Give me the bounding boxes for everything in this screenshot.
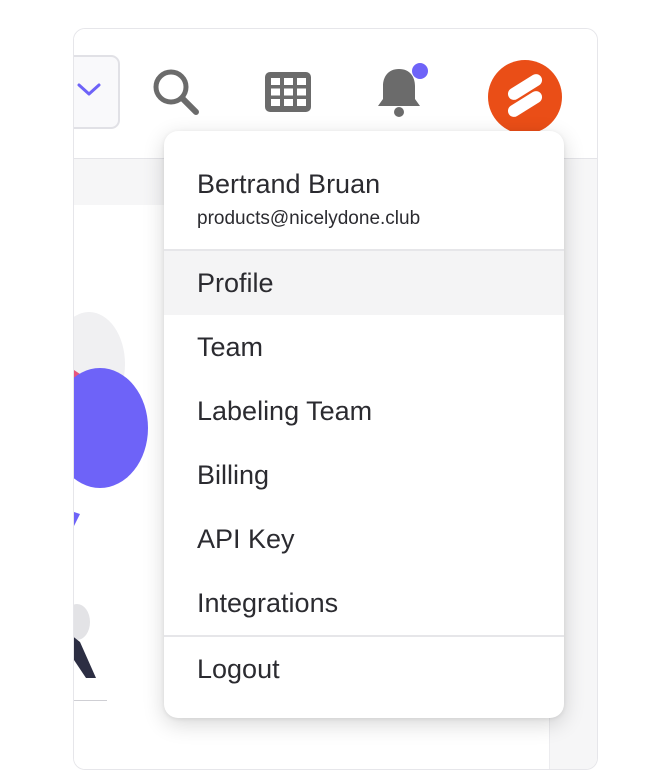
chevron-down-icon <box>76 82 102 103</box>
account-menu-header: Bertrand Bruan products@nicelydone.club <box>164 131 564 251</box>
illustration-baseline <box>74 700 107 701</box>
grid-icon <box>263 70 313 119</box>
logout-button[interactable]: Logout <box>164 637 564 701</box>
menu-item-billing[interactable]: Billing <box>164 443 564 507</box>
user-name: Bertrand Bruan <box>197 169 381 199</box>
apps-button[interactable] <box>261 67 315 121</box>
workspace-dropdown[interactable] <box>74 55 120 129</box>
bell-icon <box>374 62 428 126</box>
menu-item-labeling-team[interactable]: Labeling Team <box>164 379 564 443</box>
user-email: products@nicelydone.club <box>197 208 421 229</box>
menu-item-team[interactable]: Team <box>164 315 564 379</box>
menu-item-integrations[interactable]: Integrations <box>164 571 564 635</box>
search-button[interactable] <box>149 67 203 121</box>
account-menu: Bertrand Bruan products@nicelydone.club … <box>164 131 564 718</box>
menu-item-api-key[interactable]: API Key <box>164 507 564 571</box>
balloon-illustration <box>74 304 164 704</box>
notifications-button[interactable] <box>374 62 428 121</box>
search-icon <box>150 66 202 123</box>
menu-item-profile[interactable]: Profile <box>164 251 564 315</box>
brand-logo-icon <box>500 70 550 125</box>
avatar[interactable] <box>488 60 562 134</box>
